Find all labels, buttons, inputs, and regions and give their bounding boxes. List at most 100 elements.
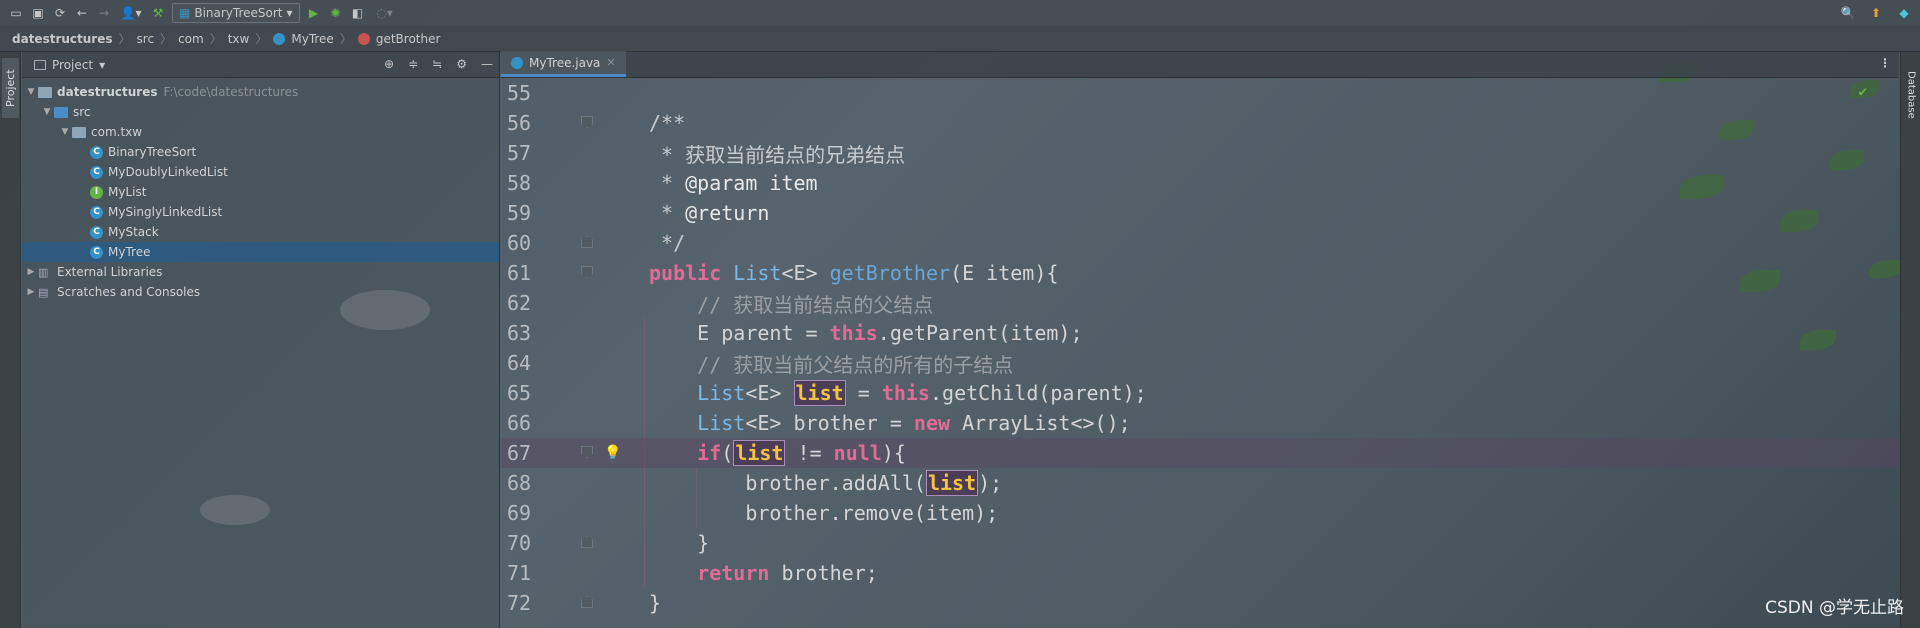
forward-arrow-icon[interactable]: → [96, 5, 112, 21]
run-icon[interactable]: ▶ [306, 5, 322, 21]
tab-label: MyTree.java [529, 55, 601, 70]
left-tool-strip: Project [0, 52, 21, 628]
line-number: 72 [507, 591, 532, 615]
debug-icon[interactable]: ✺ [328, 5, 344, 21]
breadcrumb-item-class[interactable]: MyTree [291, 32, 333, 46]
code-line: 68 brother.addAll(list); [501, 468, 1899, 498]
tree-item-class[interactable]: C MySinglyLinkedList [22, 202, 499, 222]
tree-item-class[interactable]: C MyDoublyLinkedList [22, 162, 499, 182]
tree-item-class[interactable]: C BinaryTreeSort [22, 142, 499, 162]
line-number: 71 [507, 561, 532, 585]
project-tool-tab[interactable]: Project [2, 58, 19, 118]
method-icon [357, 32, 370, 45]
code-text: return brother; [697, 561, 878, 585]
class-icon [511, 56, 523, 69]
code-text: List<E> list = this.getChild(parent); [697, 380, 1147, 406]
tree-item-src[interactable]: ▼ src [22, 102, 499, 122]
lightbulb-icon[interactable]: 💡 [604, 445, 621, 461]
minimize-icon[interactable]: — [481, 57, 493, 71]
fold-end-icon[interactable] [581, 536, 595, 550]
fold-icon[interactable] [581, 116, 595, 130]
breadcrumb-item-project[interactable]: datestructures [12, 32, 113, 46]
chevron-right-icon[interactable]: ▶ [24, 287, 38, 297]
fold-end-icon[interactable] [581, 596, 595, 610]
code-line: 55 [501, 78, 1899, 108]
tree-item-class[interactable]: C MyStack [22, 222, 499, 242]
tree-item-label: MyStack [108, 225, 159, 239]
tree-item-label: MyDoublyLinkedList [108, 165, 228, 179]
save-icon[interactable]: ▣ [30, 5, 46, 21]
fold-icon[interactable] [581, 266, 595, 280]
code-text: * 获取当前结点的兄弟结点 [649, 142, 906, 167]
chevron-down-icon[interactable]: ▼ [58, 127, 72, 137]
profiler-icon[interactable]: ◌▾ [372, 5, 398, 21]
class-icon: C [90, 245, 103, 259]
code-line: 65 List<E> list = this.getChild(parent); [501, 378, 1899, 408]
tree-item-label: MySinglyLinkedList [108, 205, 223, 219]
expand-all-icon[interactable]: ≑ [408, 57, 418, 71]
code-text: // 获取当前父结点的所有的子结点 [649, 352, 1014, 377]
line-number: 57 [507, 141, 532, 165]
code-line: 72 } [501, 588, 1899, 618]
tab-mytree-java[interactable]: MyTree.java ✕ [501, 51, 626, 77]
breadcrumb-item-com[interactable]: com [178, 32, 204, 46]
code-line: 61 public List<E> getBrother(E item){ [501, 258, 1899, 288]
breadcrumb-item-method[interactable]: getBrother [376, 32, 441, 46]
main-toolbar: ▭ ▣ ⟳ ← → 👤▾ ⚒ ▦ BinaryTreeSort ▾ ▶ ✺ ◧ … [0, 0, 1920, 26]
back-arrow-icon[interactable]: ← [74, 5, 90, 21]
run-configuration-dropdown[interactable]: ▦ BinaryTreeSort ▾ [172, 3, 300, 23]
code-text: } [649, 531, 710, 555]
tree-item-external-libraries[interactable]: ▶ ▥ External Libraries [22, 262, 499, 282]
tree-item-class-selected[interactable]: C MyTree [22, 242, 499, 262]
update-icon[interactable]: ⬆ [1868, 5, 1884, 21]
tree-item-scratches[interactable]: ▶ ▤ Scratches and Consoles [22, 282, 499, 302]
code-line: 71 return brother; [501, 558, 1899, 588]
tree-item-label: MyList [108, 185, 147, 199]
chevron-right-icon: 〉 [160, 32, 173, 46]
chevron-down-icon[interactable]: ▼ [40, 107, 54, 117]
breadcrumb-item-src[interactable]: src [137, 32, 155, 46]
class-icon: C [90, 165, 103, 179]
code-text: // 获取当前结点的父结点 [649, 292, 934, 317]
tree-item-label: com.txw [91, 125, 143, 139]
build-hammer-icon[interactable]: ⚒ [150, 5, 166, 21]
database-tool-tab[interactable]: Database [1903, 62, 1919, 128]
folder-open-icon[interactable]: ▭ [8, 5, 24, 21]
gear-icon[interactable]: ⚙ [456, 57, 467, 71]
project-view-icon [34, 59, 46, 70]
code-text: */ [649, 231, 686, 255]
interface-icon: I [90, 185, 103, 199]
code-line: 63 E parent = this.getParent(item); [501, 318, 1899, 348]
tree-item-class[interactable]: I MyList [22, 182, 499, 202]
code-text: } [649, 591, 662, 615]
fold-icon[interactable] [581, 446, 595, 460]
library-icon: ▥ [38, 266, 49, 279]
search-icon[interactable]: 🔍 [1840, 5, 1856, 21]
more-vertical-icon[interactable]: ⋮ [1879, 56, 1891, 70]
chevron-right-icon: 〉 [209, 32, 222, 46]
breadcrumb-item-txw[interactable]: txw [228, 32, 250, 46]
project-panel-title[interactable]: Project [52, 58, 93, 72]
user-icon[interactable]: 👤▾ [118, 5, 144, 21]
line-number: 68 [507, 471, 532, 495]
locate-icon[interactable]: ⊕ [384, 57, 394, 71]
collapse-all-icon[interactable]: ≒ [432, 57, 442, 71]
chevron-right-icon[interactable]: ▶ [24, 267, 38, 277]
tree-item-root[interactable]: ▼ datestructures F:\code\datestructures [22, 82, 499, 102]
class-icon: C [90, 205, 103, 219]
chevron-down-icon[interactable]: ▼ [24, 87, 38, 97]
tree-item-label: datestructures [57, 85, 158, 99]
line-number: 69 [507, 501, 532, 525]
chevron-down-icon[interactable]: ▾ [99, 58, 105, 72]
sync-icon[interactable]: ⟳ [52, 5, 68, 21]
code-line: 57 * 获取当前结点的兄弟结点 [501, 138, 1899, 168]
code-text: /** [649, 111, 686, 135]
fold-end-icon[interactable] [581, 236, 595, 250]
coverage-icon[interactable]: ◧ [350, 5, 366, 21]
plugin-icon[interactable]: ◆ [1896, 5, 1912, 21]
code-editor[interactable]: ✔ 55 56 /** 57 * 获取当前结点的兄弟结点 58 * @param… [501, 78, 1899, 628]
tree-item-package[interactable]: ▼ com.txw [22, 122, 499, 142]
close-icon[interactable]: ✕ [606, 56, 615, 69]
code-line: 60 */ [501, 228, 1899, 258]
line-number: 65 [507, 381, 532, 405]
